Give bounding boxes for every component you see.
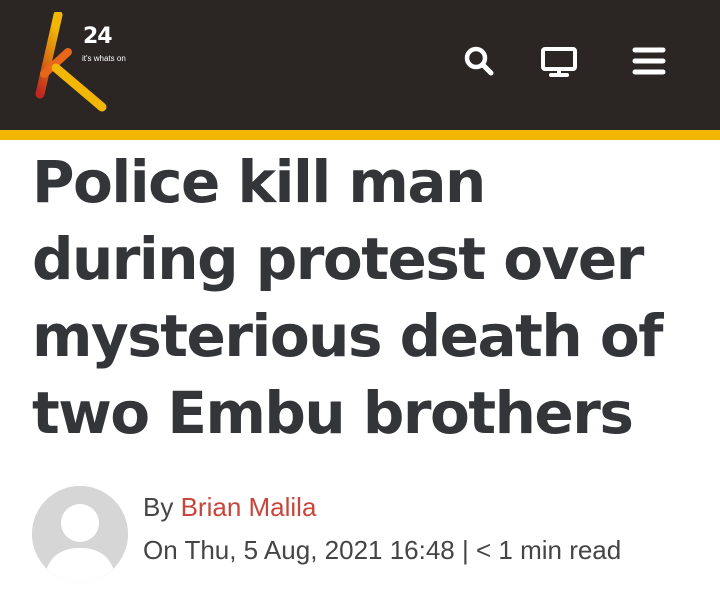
site-logo[interactable]: 24 it's whats on: [28, 12, 148, 117]
menu-button[interactable]: [629, 41, 669, 81]
user-placeholder-icon: [32, 486, 128, 582]
menu-icon: [632, 47, 666, 75]
live-tv-button[interactable]: [539, 41, 579, 81]
publish-date: On Thu, 5 Aug, 2021 16:48: [143, 535, 455, 565]
article-meta: On Thu, 5 Aug, 2021 16:48 | < 1 min read: [143, 535, 621, 566]
author-avatar[interactable]: [32, 486, 128, 582]
search-button[interactable]: [459, 41, 499, 81]
site-header: 24 it's whats on: [0, 0, 720, 130]
logo-tagline: it's whats on: [82, 54, 126, 63]
article-title: Police kill man during protest over myst…: [32, 148, 663, 447]
search-icon: [464, 46, 494, 76]
author-link[interactable]: Brian Malila: [181, 492, 317, 522]
read-time: < 1 min read: [475, 535, 622, 565]
meta-separator: |: [454, 535, 476, 565]
header-accent-bar: [0, 130, 720, 140]
monitor-icon: [541, 47, 577, 77]
byline: By Brian Malila: [143, 492, 316, 523]
byline-prefix: By: [143, 492, 181, 522]
logo-number: 24: [83, 24, 113, 49]
